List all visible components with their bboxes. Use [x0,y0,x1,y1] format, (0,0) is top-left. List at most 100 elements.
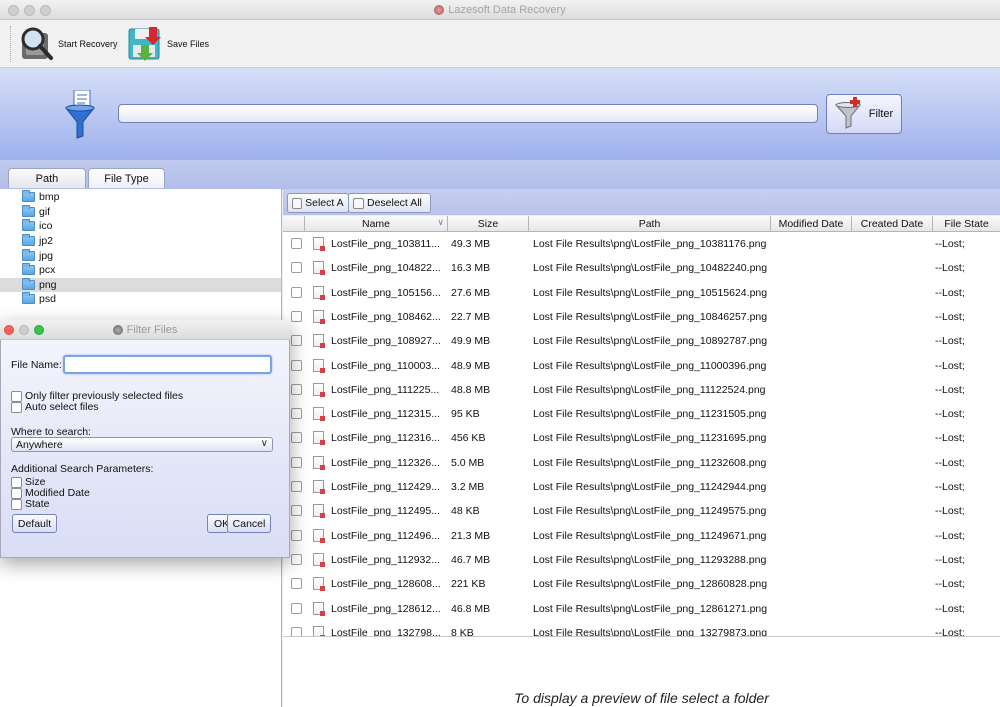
table-row[interactable]: LostFile_png_112932... 46.7 MB Lost File R… [283,548,1000,572]
row-checkbox[interactable] [291,238,302,249]
cell-size: 46.7 MB [451,553,491,566]
column-header-file-state[interactable]: File State [933,216,1000,232]
file-png-icon [313,261,325,276]
cell-size: 8 KB [451,626,474,636]
dialog-minimize-button[interactable] [19,325,29,335]
file-png-icon [313,601,325,616]
row-checkbox[interactable] [291,262,302,274]
row-checkbox[interactable] [291,481,302,492]
cell-name: LostFile_png_108462... [331,310,441,323]
table-row[interactable]: LostFile_png_128608... 221 KB Lost File Re… [283,572,1000,596]
table-row[interactable]: LostFile_png_105156... 27.6 MB Lost File R… [283,281,1000,305]
cell-name: LostFile_png_128612... [331,602,441,615]
column-header-path[interactable]: Path [529,216,771,232]
cell-file-state: --Lost; [935,262,965,275]
row-checkbox[interactable] [291,310,302,322]
dialog-zoom-button[interactable] [34,325,44,335]
cell-path: Lost File Results\png\LostFile_png_11242… [533,481,767,493]
deselect-all-button[interactable]: Deselect All [348,193,431,213]
table-row[interactable]: LostFile_png_112495... 48 KB Lost File Res… [283,499,1000,523]
dialog-close-button[interactable] [4,325,14,335]
row-checkbox[interactable] [291,626,302,636]
state-checkbox[interactable] [11,499,22,510]
cell-path: Lost File Results\png\LostFile_png_11249… [533,529,767,542]
select-all-button[interactable]: Select All [287,193,349,213]
save-files-button[interactable]: Save Files [127,22,209,66]
dialog-title: Filter Files [126,323,178,336]
row-checkbox[interactable] [291,456,302,468]
table-row[interactable]: LostFile_png_128612... 46.8 MB Lost File R… [283,597,1000,621]
row-checkbox[interactable] [291,383,302,395]
table-row[interactable]: LostFile_png_110003... 48.9 MB Lost File R… [283,354,1000,378]
only-filter-checkbox[interactable] [11,391,22,402]
column-header-modified-date[interactable]: Modified Date [771,216,852,232]
row-checkbox[interactable] [291,408,302,420]
table-row[interactable]: LostFile_png_112315... 95 KB Lost File Res… [283,402,1000,426]
tree-item-ico[interactable]: ico [0,219,281,234]
row-checkbox[interactable] [291,359,302,371]
where-to-search-select[interactable]: Anywhere ∨ [11,437,273,452]
table-row[interactable]: LostFile_png_103811... 49.3 MB Lost File R… [283,232,1000,256]
table-row[interactable]: LostFile_png_112429... 3.2 MB Lost File Re… [283,475,1000,499]
file-name-input[interactable] [63,355,272,374]
column-header-name[interactable]: Name ∨ [305,216,448,232]
cancel-button[interactable]: Cancel [227,514,271,533]
tree-item-jpg[interactable]: jpg [0,248,281,263]
tree-item-label: psd [39,293,56,306]
folder-icon [22,190,35,203]
auto-select-checkbox[interactable] [11,402,22,413]
row-checkbox[interactable] [291,578,302,590]
default-button[interactable]: Default [12,514,57,533]
row-checkbox[interactable] [291,553,302,565]
folder-icon [22,234,35,247]
tree-item-pcx[interactable]: pcx [0,263,281,278]
row-checkbox[interactable] [291,529,302,541]
column-header-created-date[interactable]: Created Date [852,216,933,232]
tab-file-type[interactable]: File Type [88,168,165,188]
cell-file-state: --Lost; [935,432,965,445]
tree-item-label: jpg [39,249,54,262]
row-checkbox[interactable] [291,286,302,298]
cell-name: LostFile_png_112496... [331,529,440,542]
row-checkbox[interactable] [291,335,302,347]
tree-item-bmp[interactable]: bmp [0,190,281,205]
row-checkbox[interactable] [291,505,302,517]
column-header-size[interactable]: Size [448,216,529,232]
cell-size: 3.2 MB [451,481,485,493]
file-png-icon [313,237,325,251]
tab-path[interactable]: Path [8,168,86,188]
cell-path: Lost File Results\png\LostFile_png_11249… [533,505,767,518]
cell-file-state: --Lost; [935,553,965,566]
ok-button[interactable]: OK [207,514,229,533]
cell-size: 49.9 MB [451,335,491,348]
cell-size: 22.7 MB [451,310,491,323]
table-row[interactable]: LostFile_png_112326... 5.0 MB Lost File Re… [283,451,1000,475]
app-logo-icon [434,5,445,15]
tree-item-gif[interactable]: gif [0,204,281,220]
table-row[interactable]: LostFile_png_108927... 49.9 MB Lost File R… [283,329,1000,353]
filter-button[interactable]: Filter [826,94,902,134]
table-row[interactable]: LostFile_png_112316... 456 KB Lost File Re… [283,426,1000,450]
table-row[interactable]: LostFile_png_112496... 21.3 MB Lost File R… [283,524,1000,548]
tree-item-psd[interactable]: psd [0,292,281,307]
start-recovery-button[interactable]: Start Recovery [18,22,118,66]
table-row[interactable]: LostFile_png_132798... 8 KB Lost File Resu… [283,621,1000,636]
cell-path: Lost File Results\png\LostFile_png_10892… [533,335,768,348]
cell-path: Lost File Results\png\LostFile_png_11231… [533,432,767,445]
tree-item-png[interactable]: png [0,277,281,293]
auto-select-label: Auto select files [25,401,99,413]
tree-item-jp2[interactable]: jp2 [0,234,281,249]
modified-date-checkbox[interactable] [11,488,22,499]
table-row[interactable]: LostFile_png_108462... 22.7 MB Lost File R… [283,305,1000,329]
file-png-icon [313,480,325,494]
folder-icon [22,292,35,305]
cell-path: Lost File Results\png\LostFile_png_10482… [533,262,768,275]
row-checkbox[interactable] [291,432,302,444]
table-row[interactable]: LostFile_png_111225... 48.8 MB Lost File R… [283,378,1000,402]
cell-size: 5.0 MB [451,456,485,469]
size-checkbox[interactable] [11,477,22,488]
row-checkbox[interactable] [291,602,302,614]
table-row[interactable]: LostFile_png_104822... 16.3 MB Lost File R… [283,256,1000,280]
file-png-icon [313,309,325,324]
deselect-all-label: Deselect All [367,197,422,209]
